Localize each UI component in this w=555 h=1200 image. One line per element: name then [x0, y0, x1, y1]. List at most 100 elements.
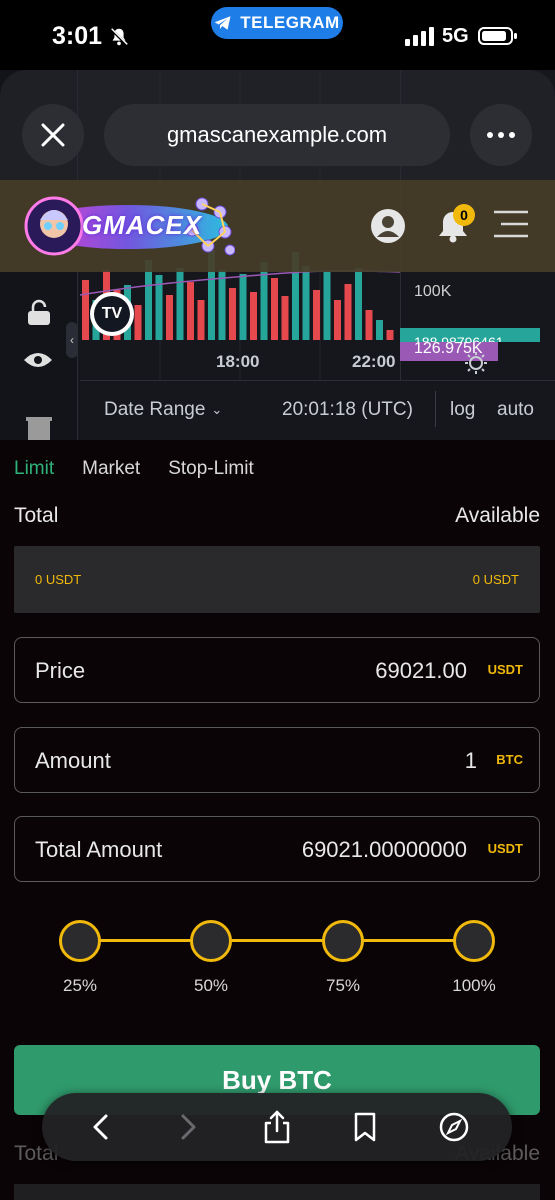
battery-icon — [478, 27, 517, 45]
divider — [435, 391, 436, 427]
percent-step-100[interactable] — [453, 920, 495, 962]
candle — [344, 284, 352, 340]
more-dot — [509, 132, 515, 138]
percent-slider-track[interactable] — [80, 939, 474, 942]
chart-footer: Date Range ⌄ 20:01:18 (UTC) log auto — [80, 380, 555, 440]
address-bar[interactable]: gmascanexample.com — [104, 104, 450, 166]
collapse-toolbar-handle[interactable]: ‹ — [66, 322, 78, 358]
candle — [260, 262, 268, 340]
amount-value[interactable]: 1 — [465, 748, 477, 774]
tab-market[interactable]: Market — [82, 458, 140, 480]
notification-count-badge: 0 — [453, 204, 475, 226]
candle — [323, 272, 331, 340]
balance-box: 0 USDT 0 USDT — [14, 546, 540, 613]
percent-label: 75% — [325, 976, 361, 995]
candle — [302, 266, 310, 340]
telegram-label: TELEGRAM — [240, 13, 340, 32]
candle — [197, 300, 205, 340]
candle — [281, 296, 289, 340]
browser-bottom-toolbar — [42, 1093, 512, 1161]
hamburger-menu-icon[interactable] — [492, 208, 530, 240]
chart-settings-icon[interactable] — [464, 351, 488, 375]
status-bar: 3:01 TELEGRAM 5G — [0, 0, 555, 70]
lock-icon[interactable] — [26, 298, 52, 328]
percent-label: 100% — [452, 976, 496, 995]
close-icon — [41, 123, 65, 147]
candle — [250, 292, 257, 340]
candle — [218, 270, 226, 340]
candle — [187, 282, 194, 340]
time-label: 18:00 — [216, 352, 260, 371]
candle — [229, 288, 236, 340]
tradingview-logo: TV — [90, 292, 134, 336]
logo-text: GMACEX — [82, 210, 203, 240]
telegram-return-pill[interactable]: TELEGRAM — [211, 7, 343, 39]
back-icon — [93, 1114, 108, 1140]
log-toggle[interactable]: log — [450, 399, 475, 421]
percent-step-25[interactable] — [59, 920, 101, 962]
candle — [134, 305, 142, 340]
tradingview-logo-icon: TV — [94, 296, 130, 332]
bookmarks-button[interactable] — [349, 1111, 381, 1143]
candle — [176, 268, 184, 340]
telegram-icon — [215, 16, 231, 30]
next-balance-box — [14, 1184, 540, 1200]
price-unit: USDT — [487, 662, 523, 677]
percent-label: 25% — [62, 976, 98, 995]
time-label: 22:00 — [352, 352, 396, 371]
trash-icon[interactable] — [24, 415, 54, 440]
price-field[interactable]: Price 69021.00 USDT — [14, 637, 540, 703]
available-label: Available — [455, 504, 540, 527]
total-label: Total — [14, 504, 59, 527]
percent-label: 50% — [193, 976, 229, 995]
total-amount-value[interactable]: 69021.00000000 — [302, 837, 467, 863]
order-type-tabs: Limit Market Stop-Limit — [14, 458, 254, 480]
percent-step-75[interactable] — [322, 920, 364, 962]
price-label: Price — [35, 658, 86, 683]
bookmarks-icon — [355, 1112, 376, 1142]
total-amount-label: Total Amount — [35, 837, 163, 862]
candle — [355, 268, 362, 340]
share-button[interactable] — [261, 1110, 293, 1144]
forward-button[interactable] — [173, 1111, 205, 1143]
amount-field[interactable]: Amount 1 BTC — [14, 727, 540, 793]
back-button[interactable] — [84, 1111, 116, 1143]
price-tag-green-value: 188.98796461 — [414, 334, 504, 342]
compass-button[interactable] — [438, 1111, 470, 1143]
amount-unit: BTC — [496, 752, 523, 767]
auto-toggle[interactable]: auto — [497, 399, 534, 421]
compass-icon — [439, 1112, 468, 1142]
candle — [239, 274, 247, 340]
close-button[interactable] — [22, 104, 84, 166]
silent-bell-icon — [109, 27, 129, 47]
candle — [166, 295, 173, 340]
price-level-label: 100K — [414, 283, 452, 300]
share-icon — [264, 1110, 290, 1144]
more-options-button[interactable] — [470, 104, 532, 166]
more-dot — [487, 132, 493, 138]
more-dot — [498, 132, 504, 138]
percent-step-50[interactable] — [190, 920, 232, 962]
time-axis: 18:00 22:00 — [80, 340, 400, 380]
tab-limit[interactable]: Limit — [14, 458, 54, 480]
network-type: 5G — [442, 25, 469, 47]
candle — [145, 260, 152, 340]
available-balance: 0 USDT — [472, 572, 519, 587]
date-range-button[interactable]: Date Range ⌄ — [104, 399, 222, 421]
price-tag-green: 188.98796461 — [400, 328, 540, 342]
chevron-down-icon: ⌄ — [211, 402, 223, 417]
price-value[interactable]: 69021.00 — [375, 658, 467, 684]
status-time: 3:01 — [52, 22, 103, 50]
total-balance: 0 USDT — [35, 572, 82, 587]
date-range-label: Date Range — [104, 399, 206, 420]
cellular-signal-icon — [405, 27, 434, 46]
total-amount-field[interactable]: Total Amount 69021.00000000 USDT — [14, 816, 540, 882]
candle — [271, 278, 278, 340]
eye-icon[interactable] — [22, 348, 54, 374]
candle — [313, 290, 320, 340]
candle — [386, 330, 394, 340]
amount-label: Amount — [35, 748, 111, 773]
total-amount-unit: USDT — [487, 841, 523, 856]
tab-stop-limit[interactable]: Stop-Limit — [168, 458, 254, 480]
user-account-icon[interactable] — [369, 207, 407, 245]
